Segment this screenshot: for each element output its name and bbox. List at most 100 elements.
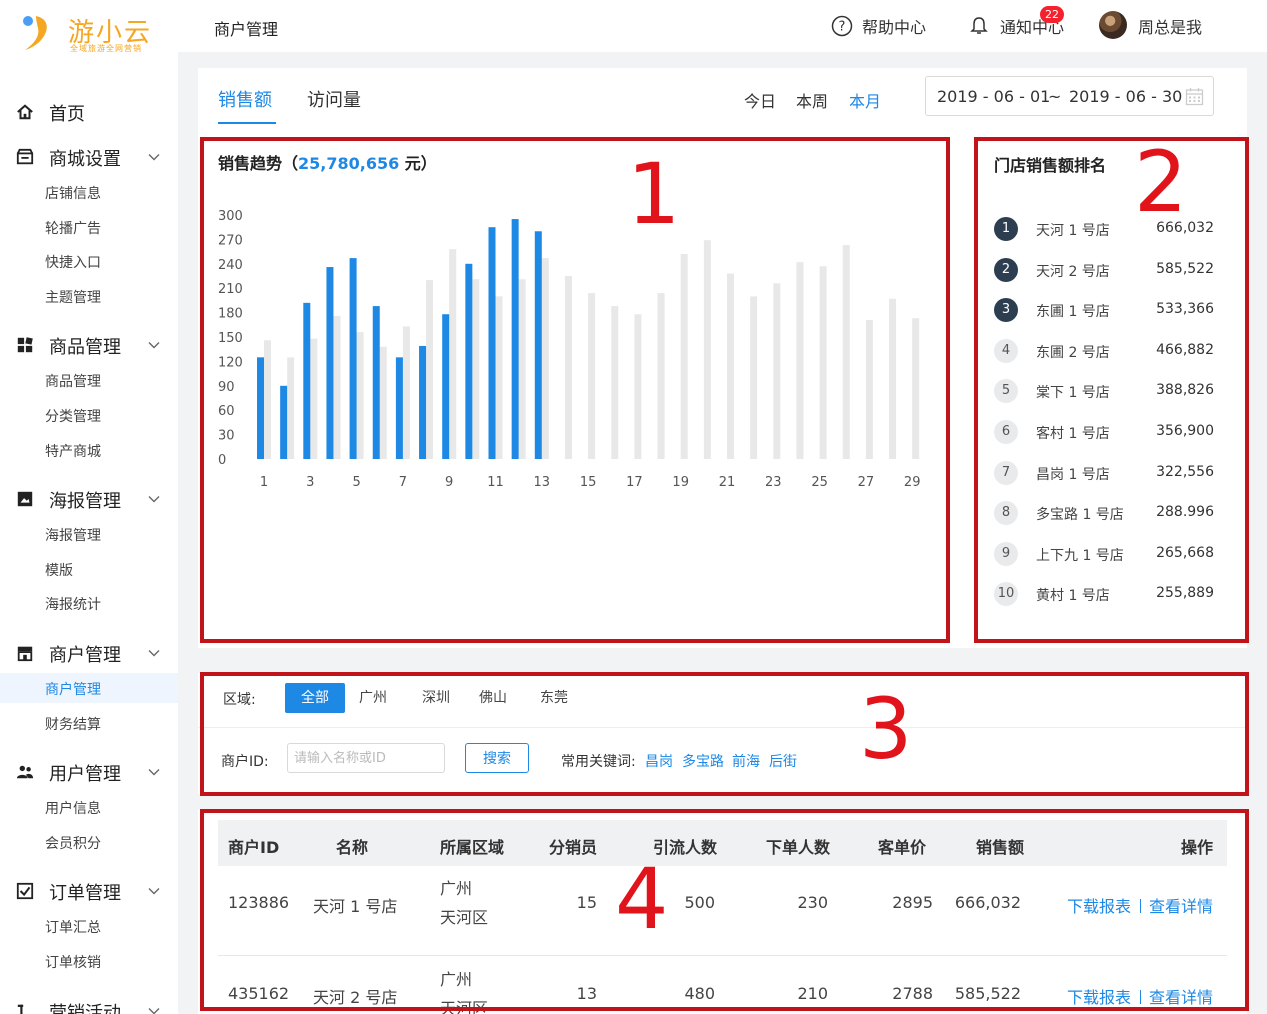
sidebar-group-6[interactable]: 营销活动 (0, 993, 178, 1014)
chevron-down-icon[interactable] (148, 1005, 160, 1014)
region-city: 广州 (440, 879, 473, 898)
keyword-link[interactable]: 后街 (769, 751, 797, 771)
sidebar-item-5-0[interactable]: 订单汇总 (0, 911, 178, 941)
sidebar-group-5[interactable]: 订单管理 (0, 873, 178, 909)
avatar[interactable] (1099, 11, 1127, 39)
view-detail-link[interactable]: 查看详情 (1149, 893, 1213, 917)
top-bar: 商户管理 ? 帮助中心 通知中心 22 周总是我 (178, 0, 1267, 52)
logo[interactable]: 游小云 全域旅游全网营销 (22, 10, 172, 54)
sales-panel: 销售额 访问量 今日 本周 本月 2019 - 06 - 01 ~ 2019 -… (198, 68, 1247, 648)
bar-series1-3 (303, 302, 311, 459)
shop-icon (16, 148, 34, 165)
sidebar-item-1-1[interactable]: 分类管理 (0, 400, 178, 430)
bar-series2-4 (333, 315, 341, 459)
range-week[interactable]: 本周 (796, 88, 828, 112)
y-tick-label: 300 (218, 209, 243, 224)
range-today[interactable]: 今日 (744, 88, 776, 112)
rank-sales-value: 533,366 (1156, 301, 1214, 318)
sidebar-item-0-1[interactable]: 轮播广告 (0, 212, 178, 242)
column-header: 销售额 (976, 838, 1025, 857)
sidebar-group-4[interactable]: 用户管理 (0, 754, 178, 790)
bar-series2-20 (703, 240, 711, 459)
sidebar-item-2-2[interactable]: 海报统计 (0, 588, 178, 618)
x-tick-label: 19 (672, 475, 689, 490)
merchant-id-cell: 435162 (228, 984, 290, 1003)
bar-series1-12 (511, 219, 519, 459)
home-icon (17, 104, 33, 120)
sales-cell: 585,522 (954, 984, 1021, 1003)
sidebar-item-5-1[interactable]: 订单核销 (0, 946, 178, 976)
sidebar-group-0[interactable]: 商城设置 (0, 139, 178, 175)
rank-number: 4 (994, 338, 1018, 363)
sidebar-item-4-0[interactable]: 用户信息 (0, 792, 178, 822)
tab-visits[interactable]: 访问量 (307, 86, 361, 112)
chevron-down-icon[interactable] (148, 766, 160, 778)
date-range-picker[interactable]: 2019 - 06 - 01 ~ 2019 - 06 - 30 (925, 76, 1214, 116)
rank-sales-value: 388,826 (1156, 382, 1214, 399)
sidebar-group-home[interactable]: 首页 (0, 94, 178, 130)
tab-sales[interactable]: 销售额 (218, 86, 272, 112)
region-cell: 广州 天河区 (440, 874, 488, 932)
rank-store-name: 黄村 1 号店 (1036, 588, 1110, 605)
calendar-icon[interactable] (1185, 87, 1204, 106)
help-center-link[interactable]: ? 帮助中心 (831, 14, 926, 38)
region-chip-3[interactable]: 佛山 (470, 683, 516, 713)
region-chip-2[interactable]: 深圳 (411, 683, 461, 713)
sidebar-group-label: 海报管理 (49, 491, 121, 513)
rank-sales-value: 585,522 (1156, 260, 1214, 277)
chart-title-suffix: 元） (399, 154, 437, 173)
rank-store-name: 棠下 1 号店 (1036, 385, 1110, 402)
sidebar-item-1-2[interactable]: 特产商城 (0, 435, 178, 465)
keyword-link[interactable]: 昌岗 (645, 751, 673, 771)
rank-store-name: 东圃 2 号店 (1036, 344, 1110, 361)
bar-series1-8 (419, 345, 427, 459)
region-chip-4[interactable]: 东莞 (529, 683, 579, 713)
sidebar-item-2-1[interactable]: 模版 (0, 554, 178, 584)
sidebar-item-2-0[interactable]: 海报管理 (0, 519, 178, 549)
x-tick-label: 21 (719, 475, 736, 490)
x-tick-label: 9 (445, 475, 453, 490)
download-report-link[interactable]: 下载报表 (1067, 893, 1131, 917)
merchant-id-input[interactable] (287, 743, 445, 773)
rank-number: 6 (994, 420, 1018, 444)
chevron-down-icon[interactable] (148, 885, 160, 897)
sidebar-group-label: 首页 (49, 104, 85, 125)
filter-panel: 区域: 全部广州深圳佛山东莞 商户ID: 搜索 常用关键词: 昌岗多宝路前海后街 (198, 673, 1247, 794)
breadcrumb: 商户管理 (214, 20, 279, 39)
sidebar-item-1-0[interactable]: 商品管理 (0, 365, 178, 395)
range-month[interactable]: 本月 (849, 88, 881, 112)
y-tick-label: 90 (218, 380, 235, 395)
region-chip-0[interactable]: 全部 (285, 683, 345, 713)
keyword-link[interactable]: 多宝路 (682, 751, 724, 771)
ranking-row: 6 客村 1 号店 356,900 (994, 419, 1214, 445)
sidebar-item-0-0[interactable]: 店铺信息 (0, 177, 178, 207)
chevron-down-icon[interactable] (148, 493, 160, 505)
sidebar-item-0-3[interactable]: 主题管理 (0, 281, 178, 311)
bar-series2-28 (889, 298, 897, 459)
ranking-row: 2 天河 2 号店 585,522 (994, 257, 1214, 283)
view-detail-link[interactable]: 查看详情 (1149, 984, 1213, 1008)
bar-series1-4 (326, 267, 334, 459)
user-name[interactable]: 周总是我 (1138, 14, 1202, 38)
bar-series1-10 (465, 263, 473, 459)
sidebar-group-1[interactable]: 商品管理 (0, 327, 178, 363)
x-tick-label: 1 (260, 475, 268, 490)
keyword-link[interactable]: 前海 (732, 751, 760, 771)
region-chip-1[interactable]: 广州 (353, 683, 393, 713)
sidebar-item-4-1[interactable]: 会员积分 (0, 827, 178, 857)
chevron-down-icon[interactable] (148, 151, 160, 163)
sidebar-item-0-2[interactable]: 快捷入口 (0, 246, 178, 276)
search-button[interactable]: 搜索 (465, 743, 529, 773)
logo-mark-icon (23, 16, 47, 50)
chevron-down-icon[interactable] (148, 647, 160, 659)
sidebar-item-3-1[interactable]: 财务结算 (0, 708, 178, 738)
sidebar-item-3-0[interactable]: 商户管理 (0, 673, 178, 703)
sidebar-group-3[interactable]: 商户管理 (0, 635, 178, 671)
chevron-down-icon[interactable] (148, 339, 160, 351)
rank-number: 2 (994, 257, 1018, 282)
bar-series1-6 (372, 306, 380, 459)
sidebar-group-2[interactable]: 海报管理 (0, 481, 178, 517)
column-header: 所属区域 (440, 838, 505, 857)
x-tick-label: 23 (765, 475, 782, 490)
download-report-link[interactable]: 下载报表 (1067, 984, 1131, 1008)
